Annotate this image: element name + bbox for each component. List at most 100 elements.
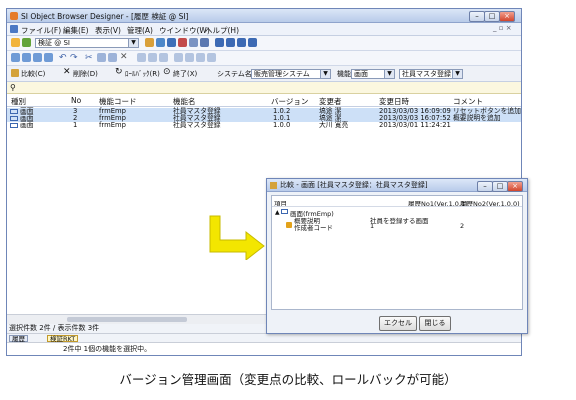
print-icon[interactable] (178, 38, 187, 47)
list-header: 種別 No 機能コード 機能名 バージョン 変更者 変更日時 コメント (7, 94, 521, 106)
delete-icon[interactable]: ✕ (120, 52, 128, 62)
screen-icon (10, 109, 18, 114)
system-combo-value: 販売管理システム (254, 70, 310, 78)
checkbox-icon[interactable] (156, 38, 165, 47)
align-middle-icon[interactable] (185, 53, 194, 62)
new-icon[interactable] (11, 53, 20, 62)
col-no[interactable]: No (71, 96, 81, 105)
connection-combo-value: 検証 @ SI (38, 39, 70, 47)
status-message: 2件中 1個の機能を選択中。 (63, 345, 152, 353)
align-right-icon[interactable] (159, 53, 168, 62)
align-top-icon[interactable] (174, 53, 183, 62)
maximize-button[interactable]: □ (484, 11, 500, 22)
excel-button[interactable]: エクセル (379, 316, 417, 331)
scroll-thumb[interactable] (67, 317, 187, 322)
dialog-title-bar: 比較 - 画面 [社員マスタ登録：社員マスタ登録] – □ × (267, 179, 527, 192)
window-tabs: 履歴 検証RKT (7, 333, 521, 343)
chevron-down-icon: ▼ (320, 70, 330, 78)
rollback-button[interactable]: ﾛｰﾙﾊﾞｯｸ(R) (125, 69, 160, 79)
menu-file[interactable]: ファイル(F) (21, 25, 61, 36)
cell-comment: 概要説明を追加 (453, 114, 501, 122)
system-label: システム名 (217, 70, 252, 78)
compare-dialog: 比較 - 画面 [社員マスタ登録：社員マスタ登録] – □ × 項目 履歴No1… (266, 178, 528, 334)
key-icon[interactable] (145, 38, 154, 47)
align-center-icon[interactable] (148, 53, 157, 62)
chevron-down-icon: ▼ (452, 70, 462, 78)
cut-icon[interactable]: ✂ (85, 53, 93, 63)
cell-version: 1.0.0 (273, 121, 291, 129)
window-title: SI Object Browser Designer - [履歴 検証 @ SI… (21, 12, 189, 21)
tab-verify[interactable]: 検証RKT (47, 335, 79, 343)
status-bar: 2件中 1個の機能を選択中。 (7, 342, 521, 355)
copy-icon[interactable] (97, 53, 106, 62)
compare-icon (270, 182, 277, 189)
cell-name: 社員マスタ登録 (173, 121, 221, 129)
close-window-button[interactable]: × (499, 11, 515, 22)
redo-icon[interactable]: ↷ (70, 53, 78, 63)
table-icon[interactable] (167, 38, 176, 47)
chevron-down-icon: ▼ (384, 70, 394, 78)
screen-icon (10, 123, 18, 128)
connection-combo[interactable]: 検証 @ SI ▼ (35, 38, 139, 48)
layout4-icon[interactable] (248, 38, 257, 47)
toolbar-edit: ↶ ↷ ✂ ✕ (7, 51, 521, 66)
window-icon[interactable] (200, 38, 209, 47)
menu-manage[interactable]: 管理(A) (127, 25, 153, 36)
diff-v1: 社員を登録する画面 (370, 217, 429, 225)
dialog-close-icon[interactable]: × (507, 181, 523, 192)
dialog-maximize-button[interactable]: □ (492, 181, 508, 192)
align-bottom-icon[interactable] (196, 53, 205, 62)
layout-icon[interactable] (215, 38, 224, 47)
function-combo[interactable]: 画面 ▼ (351, 69, 395, 79)
dialog-minimize-button[interactable]: – (477, 181, 493, 192)
menu-view[interactable]: 表示(V) (95, 25, 121, 36)
cell-code: frmEmp (99, 121, 126, 129)
minimize-button[interactable]: – (469, 11, 485, 22)
tree-expand-icon[interactable]: ▲ (275, 209, 280, 216)
chevron-down-icon: ▼ (128, 39, 138, 47)
close-button[interactable]: 閉じる (419, 316, 451, 331)
diff-label: 作成者コード (294, 224, 333, 232)
layout3-icon[interactable] (237, 38, 246, 47)
open-icon[interactable] (22, 53, 31, 62)
folder-icon[interactable] (11, 38, 20, 47)
rollback-icon: ↻ (115, 67, 123, 77)
mdi-controls[interactable]: _ ▫ × (493, 24, 512, 32)
paste-icon[interactable] (108, 53, 117, 62)
diff-v2: 2 (460, 222, 465, 230)
compare-grid: 項目 履歴No1(Ver.1.0.1) 履歴No2(Ver.1.0.0) ▲ 画… (271, 195, 523, 310)
dialog-title: 比較 - 画面 [社員マスタ登録：社員マスタ登録] (280, 181, 428, 189)
tab-history[interactable]: 履歴 (9, 335, 28, 343)
undo-icon[interactable]: ↶ (59, 53, 67, 63)
function-label: 機能 (337, 70, 351, 78)
layout2-icon[interactable] (226, 38, 235, 47)
compare-button[interactable]: 比較(C) (21, 69, 45, 79)
menu-window[interactable]: ウインドウ(W) (159, 25, 210, 36)
screen-icon (281, 209, 288, 214)
properties-icon[interactable] (44, 53, 53, 62)
toolbar-history: 比較(C) ✕ 削除(D) ↻ ﾛｰﾙﾊﾞｯｸ(R) ⊙ 終了(X) システム名… (7, 66, 521, 82)
app-icon (10, 12, 18, 20)
binoculars-icon[interactable]: ⚲ (10, 83, 16, 92)
cell-datetime: 2013/03/01 11:24:21 (379, 121, 451, 129)
align-left-icon[interactable] (137, 53, 146, 62)
system-combo[interactable]: 販売管理システム ▼ (251, 69, 331, 79)
screen-icon (10, 116, 18, 121)
toolbar-connection: 検証 @ SI ▼ (7, 36, 521, 51)
filter-bar: ⚲ (7, 82, 521, 94)
arrow-icon (209, 215, 265, 260)
grid-icon[interactable] (189, 38, 198, 47)
function-combo-value: 画面 (354, 70, 368, 78)
exit-button[interactable]: 終了(X) (173, 69, 197, 79)
menu-edit[interactable]: 編集(E) (63, 25, 89, 36)
connect-icon[interactable] (22, 38, 31, 47)
menu-help[interactable]: ヘルプ(H) (205, 25, 239, 36)
target-combo[interactable]: 社員マスタ登録 ▼ (399, 69, 463, 79)
delete-x-icon: ✕ (63, 67, 71, 77)
save-icon[interactable] (33, 53, 42, 62)
delete-button[interactable]: 削除(D) (73, 69, 98, 79)
diff-v1: 1 (370, 222, 375, 230)
table-row[interactable]: 画面 1 frmEmp 社員マスタ登録 1.0.0 大川 寛亮 2013/03/… (7, 122, 521, 129)
target-combo-value: 社員マスタ登録 (402, 70, 451, 78)
distribute-icon[interactable] (207, 53, 216, 62)
